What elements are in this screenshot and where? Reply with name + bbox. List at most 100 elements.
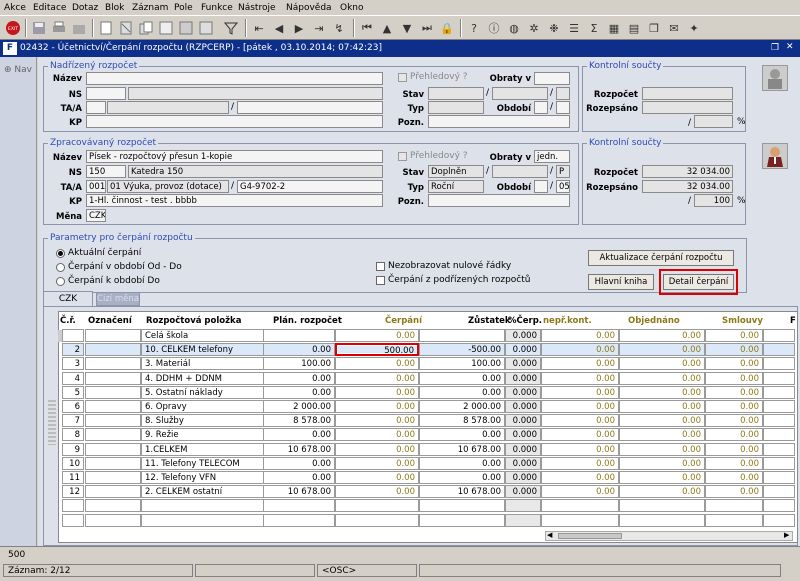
cell-cerpani[interactable]: 0.00 xyxy=(335,471,419,484)
cell-objednano[interactable] xyxy=(619,499,705,513)
cell-cerpani[interactable]: 0.00 xyxy=(335,414,419,428)
cell-more[interactable] xyxy=(763,414,795,428)
cell-smlouvy[interactable] xyxy=(705,499,763,513)
cell-oznaceni[interactable] xyxy=(85,485,141,499)
cell-plan[interactable]: 0.00 xyxy=(263,456,335,470)
zpracovavany-prehledovy-checkbox[interactable] xyxy=(398,152,407,161)
cell-nepr[interactable]: 0.00 xyxy=(541,343,619,357)
first-record-icon[interactable]: ⏮ xyxy=(358,19,376,37)
cell-more[interactable] xyxy=(763,371,795,385)
cell-smlouvy[interactable]: 0.00 xyxy=(705,485,763,499)
cell-nepr[interactable]: 0.00 xyxy=(541,471,619,484)
cell-more[interactable] xyxy=(763,499,795,513)
menu-pole[interactable]: Pole xyxy=(174,3,193,13)
cell-oznaceni[interactable] xyxy=(85,456,141,470)
menu-zaznam[interactable]: Záznam xyxy=(132,3,168,13)
gear-icon[interactable]: ❉ xyxy=(545,19,563,37)
cell-objednano[interactable]: 0.00 xyxy=(619,414,705,428)
cell-nepr[interactable]: 0.00 xyxy=(541,456,619,470)
cell-oznaceni[interactable] xyxy=(85,414,141,428)
cell-nepr[interactable]: 0.00 xyxy=(541,428,619,442)
cell-pct[interactable]: 0.000 xyxy=(505,485,541,499)
cell-zustatek[interactable] xyxy=(419,513,505,527)
cell-oznaceni[interactable] xyxy=(85,357,141,371)
scroll-right-icon[interactable]: ▶ xyxy=(784,531,789,539)
nadrizeny-pozn-field[interactable] xyxy=(428,115,570,128)
cell-more[interactable] xyxy=(763,343,795,357)
cell-zustatek[interactable]: 0.00 xyxy=(419,385,505,399)
cell-pct[interactable]: 0.000 xyxy=(505,385,541,399)
find-icon[interactable] xyxy=(197,19,215,37)
prev-block-icon[interactable]: ⇤ xyxy=(250,19,268,37)
up-icon[interactable]: ▲ xyxy=(378,19,396,37)
nadrizeny-kp-field[interactable] xyxy=(86,115,383,128)
cell-zustatek[interactable]: 0.00 xyxy=(419,471,505,484)
menu-blok[interactable]: Blok xyxy=(105,3,124,13)
cell-nepr[interactable]: 0.00 xyxy=(541,329,619,342)
cell-zustatek[interactable]: 100.00 xyxy=(419,357,505,371)
cell-nepr[interactable]: 0.00 xyxy=(541,485,619,499)
cell-more[interactable] xyxy=(763,400,795,413)
cell-cerpani[interactable]: 0.00 xyxy=(335,371,419,385)
cell-objednano[interactable]: 0.00 xyxy=(619,329,705,342)
cell-more[interactable] xyxy=(763,442,795,456)
cell-plan[interactable] xyxy=(263,499,335,513)
nezobrazovat-nulove-checkbox[interactable] xyxy=(376,262,385,271)
cell-cr[interactable]: 2 xyxy=(62,343,84,357)
cell-pct[interactable]: 0.000 xyxy=(505,329,541,342)
cell-zustatek[interactable]: 2 000.00 xyxy=(419,400,505,413)
cell-cr[interactable]: 3 xyxy=(62,357,84,371)
cell-objednano[interactable]: 0.00 xyxy=(619,385,705,399)
next-block-icon[interactable]: ⇥ xyxy=(310,19,328,37)
cell-nepr[interactable] xyxy=(541,513,619,527)
radio-aktualni[interactable] xyxy=(56,249,65,258)
tab-czk[interactable]: CZK xyxy=(43,291,93,307)
cell-smlouvy[interactable]: 0.00 xyxy=(705,385,763,399)
grid-icon[interactable]: ▦ xyxy=(605,19,623,37)
zpracovavany-ns-code[interactable]: 150 xyxy=(86,165,126,178)
cell-objednano[interactable]: 0.00 xyxy=(619,400,705,413)
cell-more[interactable] xyxy=(763,329,795,342)
help-icon[interactable]: ? xyxy=(465,19,483,37)
cell-pct[interactable]: 0.000 xyxy=(505,357,541,371)
cell-cerpani[interactable]: 0.00 xyxy=(335,400,419,413)
cell-zustatek[interactable] xyxy=(419,329,505,342)
cell-plan[interactable]: 0.00 xyxy=(263,428,335,442)
cell-cr[interactable] xyxy=(62,499,84,513)
cell-oznaceni[interactable] xyxy=(85,400,141,413)
cell-cr[interactable]: 11 xyxy=(62,471,84,484)
detail-cerpani-button[interactable]: Detail čerpání xyxy=(663,274,734,290)
last-record-icon[interactable]: ⏭ xyxy=(418,19,436,37)
radio-obdobi-od-do[interactable] xyxy=(56,263,65,272)
close-icon[interactable]: ✕ xyxy=(786,42,794,52)
next-record-icon[interactable]: ▶ xyxy=(290,19,308,37)
cell-plan[interactable] xyxy=(263,513,335,527)
person-gray-icon[interactable] xyxy=(762,65,788,91)
cell-more[interactable] xyxy=(763,485,795,499)
extension-icon[interactable]: ✦ xyxy=(685,19,703,37)
cell-nepr[interactable]: 0.00 xyxy=(541,357,619,371)
menu-napoveda[interactable]: Nápověda xyxy=(286,3,332,13)
cell-zustatek[interactable]: 8 578.00 xyxy=(419,414,505,428)
cell-cerpani[interactable]: 500.00 xyxy=(335,343,419,357)
cell-smlouvy[interactable]: 0.00 xyxy=(705,428,763,442)
zpracovavany-mena-field[interactable]: CZK xyxy=(86,209,106,222)
cell-pct[interactable] xyxy=(505,499,541,513)
nadrizeny-ns-code[interactable] xyxy=(86,87,126,100)
cell-pct[interactable]: 0.000 xyxy=(505,428,541,442)
zpracovavany-obdobi-od[interactable] xyxy=(534,180,548,193)
mail-icon[interactable]: ✉ xyxy=(665,19,683,37)
save-icon[interactable] xyxy=(30,19,48,37)
cell-more[interactable] xyxy=(763,471,795,484)
globe-icon[interactable]: ◍ xyxy=(505,19,523,37)
cell-pct[interactable]: 0.000 xyxy=(505,471,541,484)
cell-objednano[interactable]: 0.00 xyxy=(619,428,705,442)
cell-pct[interactable]: 0.000 xyxy=(505,442,541,456)
cell-plan[interactable]: 0.00 xyxy=(263,371,335,385)
window-icon[interactable]: ❐ xyxy=(645,19,663,37)
cell-nepr[interactable]: 0.00 xyxy=(541,442,619,456)
cell-nepr[interactable]: 0.00 xyxy=(541,414,619,428)
cell-cerpani[interactable]: 0.00 xyxy=(335,485,419,499)
horizontal-scrollbar[interactable] xyxy=(545,531,793,541)
cell-cerpani[interactable]: 0.00 xyxy=(335,385,419,399)
